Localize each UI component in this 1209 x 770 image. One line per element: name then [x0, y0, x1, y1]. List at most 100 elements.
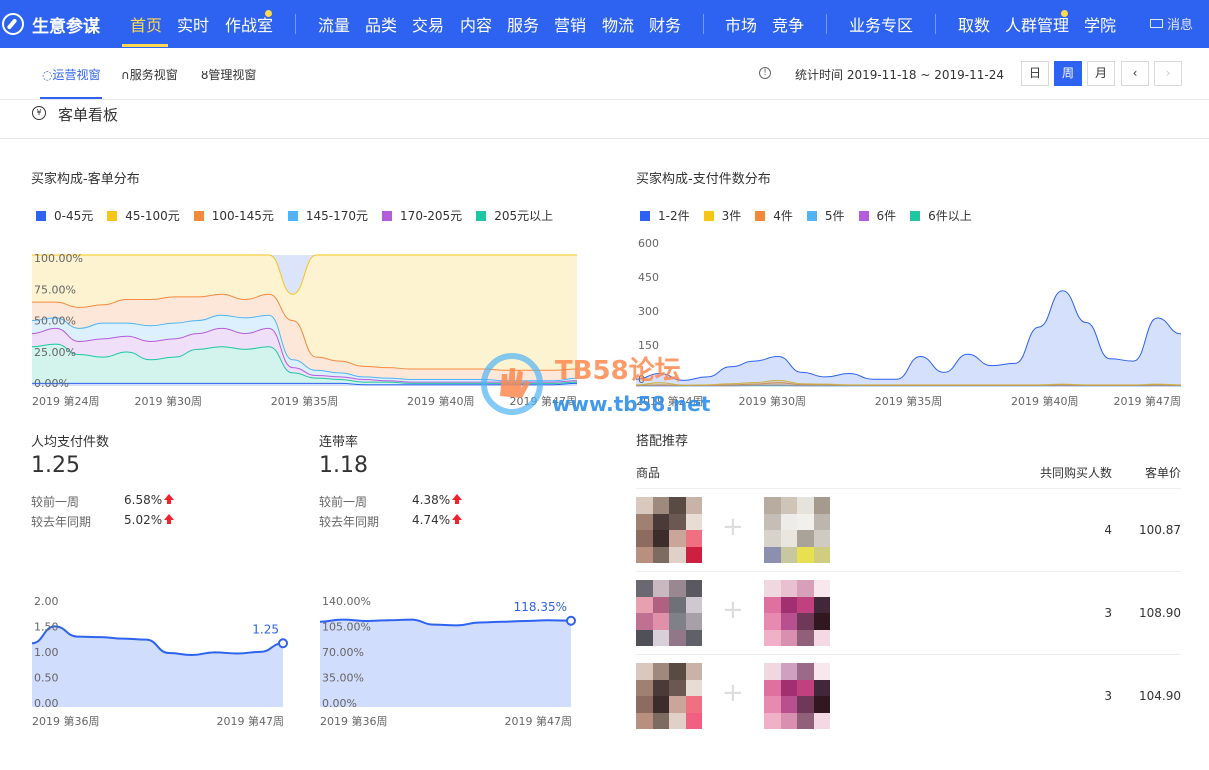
data-point-latest[interactable] [278, 638, 288, 649]
nav-item-business-zone[interactable]: 业务专区 [849, 12, 913, 36]
legend-label: 6件以上 [928, 209, 972, 223]
nav-item-logistics[interactable]: 物流 [602, 12, 634, 36]
column-header-co-buyers: 共同购买人数 [1040, 466, 1113, 480]
nav-item-crowd[interactable]: 人群管理 [1005, 12, 1069, 36]
mail-icon [1150, 19, 1163, 28]
tab-operation-view[interactable]: ◌运营视窗 [42, 66, 101, 83]
x-tick-label: 2019 第36周 [320, 714, 388, 728]
top-nav: 生意参谋 首页 实时 作战室 流量 品类 交易 内容 服务 营销 物流 财务 市… [0, 0, 1209, 48]
product-thumbnail[interactable] [636, 663, 702, 729]
period-month-button[interactable]: 月 [1087, 61, 1115, 86]
legend-swatch [287, 210, 298, 221]
y-tick-label: 100.00% [34, 252, 83, 265]
x-tick-label: 2019 第40周 [407, 394, 475, 408]
legend-item[interactable]: 3件 [703, 207, 742, 224]
period-day-button[interactable]: 日 [1021, 61, 1049, 86]
co-buyer-count: 3 [1104, 606, 1112, 620]
legend-label: 205元以上 [494, 209, 554, 223]
next-period-button[interactable]: › [1154, 61, 1182, 86]
legend-item[interactable]: 4件 [755, 207, 793, 224]
legend-label: 3件 [721, 209, 742, 223]
tab-service-view[interactable]: ∩服务视窗 [121, 66, 178, 83]
tab-management-view[interactable]: ȣ管理视窗 [201, 66, 256, 83]
legend-item[interactable]: 6件以上 [910, 207, 972, 224]
product-thumbnail[interactable] [764, 580, 830, 646]
nav-item-academy[interactable]: 学院 [1084, 12, 1116, 36]
nav-item-content[interactable]: 内容 [460, 12, 492, 36]
legend-label: 4件 [773, 209, 793, 223]
data-point-latest[interactable] [566, 615, 576, 626]
thumbnail-pixel [813, 530, 830, 547]
legend-item[interactable]: 100-145元 [193, 207, 274, 224]
legend-swatch [107, 210, 118, 221]
plus-icon: + [722, 595, 744, 625]
thumbnail-pixel [780, 497, 797, 514]
thumbnail-pixel [780, 596, 797, 613]
section-title: 客单看板 [58, 106, 119, 124]
divider [636, 488, 1181, 489]
thumbnail-pixel [764, 663, 781, 680]
legend-item[interactable]: 0-45元 [36, 207, 93, 224]
nav-item-competition[interactable]: 竞争 [772, 12, 804, 36]
nav-item-traffic[interactable]: 流量 [318, 12, 350, 36]
nav-item-realtime[interactable]: 实时 [177, 12, 209, 36]
nav-item-finance[interactable]: 财务 [649, 12, 681, 36]
thumbnail-pixel [764, 497, 781, 514]
legend-item[interactable]: 45-100元 [107, 207, 180, 224]
legend-qty-dist: 1-2件 3件 4件 5件 6件 6件以上 [640, 207, 986, 224]
thumbnail-pixel [636, 530, 653, 547]
legend-label: 100-145元 [211, 209, 274, 223]
nav-item-market[interactable]: 市场 [725, 12, 757, 36]
nav-item-data-fetch[interactable]: 取数 [958, 12, 990, 36]
nav-item-category[interactable]: 品类 [365, 12, 397, 36]
info-icon[interactable]: ! [759, 67, 771, 79]
legend-swatch [755, 210, 766, 221]
legend-item[interactable]: 145-170元 [287, 207, 368, 224]
message-button[interactable]: 消息 [1150, 14, 1193, 33]
thumbnail-pixel [669, 696, 686, 713]
nav-item-home[interactable]: 首页 [130, 12, 162, 36]
notification-dot [265, 10, 272, 17]
message-label: 消息 [1167, 18, 1194, 33]
legend-label: 45-100元 [125, 209, 180, 223]
product-thumbnail[interactable] [636, 497, 702, 563]
thumbnail-pixel [797, 596, 814, 613]
y-tick-label: 300 [638, 305, 659, 318]
thumbnail-pixel [669, 679, 686, 696]
legend-item[interactable]: 170-205元 [382, 207, 462, 224]
x-tick-label: 2019 第40周 [1011, 394, 1079, 408]
metric-label-avg-items: 人均支付件数 [31, 435, 110, 450]
thumbnail-pixel [780, 679, 797, 696]
product-thumbnail[interactable] [764, 497, 830, 563]
product-thumbnail[interactable] [636, 580, 702, 646]
y-tick-label: 0.00 [34, 697, 59, 710]
x-tick-label: 2019 第47周 [217, 714, 285, 728]
currency-icon: ¥ [32, 106, 46, 120]
legend-item[interactable]: 5件 [806, 207, 845, 224]
area-series-1-2件[interactable] [636, 290, 1181, 386]
nav-item-trade[interactable]: 交易 [412, 12, 444, 36]
legend-swatch [910, 210, 921, 221]
legend-swatch [382, 210, 393, 221]
thumbnail-pixel [652, 513, 669, 530]
thumbnail-pixel [652, 530, 669, 547]
legend-swatch [858, 210, 869, 221]
legend-swatch [36, 210, 46, 221]
data-label: 1.25 [252, 622, 279, 636]
y-tick-label: 0.50 [34, 672, 59, 685]
nav-item-marketing[interactable]: 营销 [554, 12, 586, 36]
prev-period-button[interactable]: ‹ [1121, 61, 1149, 86]
period-week-button[interactable]: 周 [1054, 61, 1082, 86]
thumbnail-pixel [813, 580, 830, 597]
thumbnail-pixel [669, 613, 686, 630]
thumbnail-pixel [797, 679, 814, 696]
co-buyer-count: 4 [1104, 523, 1112, 537]
nav-item-service[interactable]: 服务 [507, 12, 539, 36]
legend-item[interactable]: 1-2件 [640, 207, 690, 224]
product-thumbnail[interactable] [764, 663, 830, 729]
legend-item[interactable]: 6件 [858, 207, 896, 224]
legend-item[interactable]: 205元以上 [476, 207, 553, 224]
x-tick-label: 2019 第47周 [1114, 394, 1182, 408]
compass-icon [2, 13, 24, 35]
recommend-title: 搭配推荐 [636, 434, 689, 449]
